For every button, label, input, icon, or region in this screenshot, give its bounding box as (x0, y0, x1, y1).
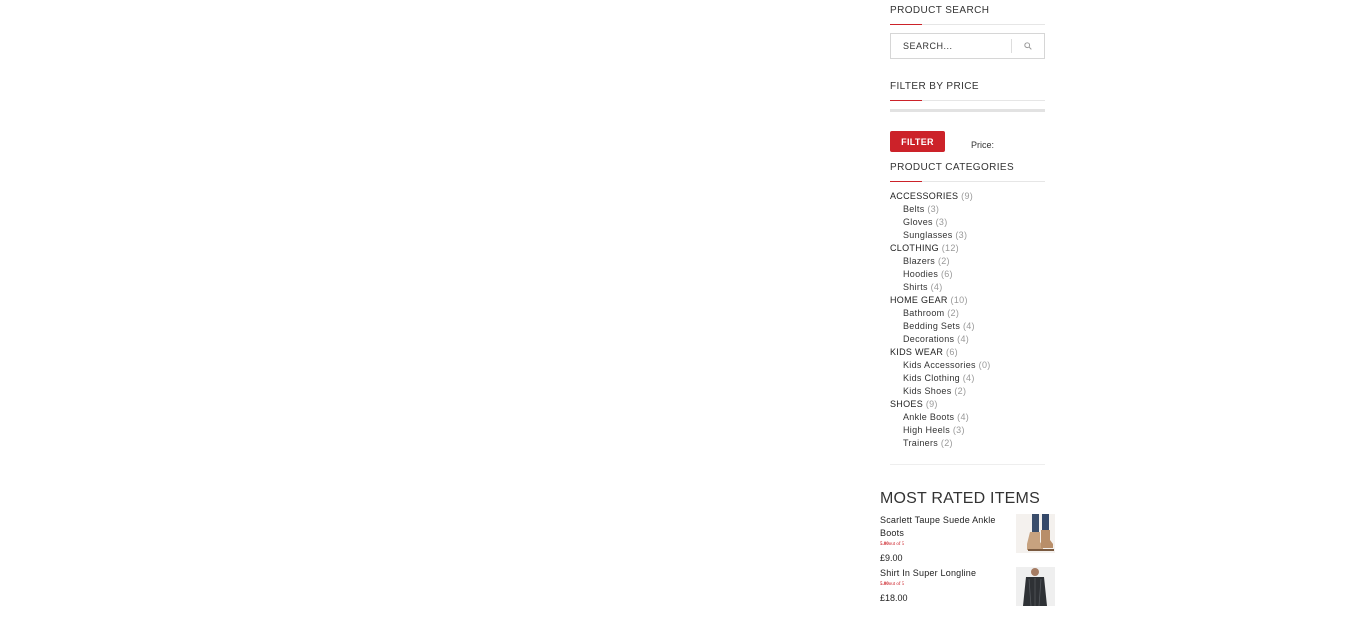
product-categories-title: PRODUCT CATEGORIES (890, 162, 1045, 182)
section-divider (890, 464, 1045, 465)
subcategory-item: Kids Clothing (4) (890, 372, 1045, 385)
category-link-accessories[interactable]: ACCESSORIES (890, 191, 958, 201)
subcategory-item: Trainers (2) (890, 437, 1045, 450)
category-link-kids-accessories[interactable]: Kids Accessories (903, 360, 976, 370)
category-count: (3) (927, 204, 940, 214)
category-count: (3) (935, 217, 948, 227)
category-item: SHOES (9) (890, 398, 1045, 411)
category-link-shoes[interactable]: SHOES (890, 399, 923, 409)
search-input[interactable] (891, 38, 1011, 54)
category-count: (9) (925, 399, 938, 409)
filter-by-price-title: FILTER BY PRICE (890, 81, 1045, 101)
ankle-boots-thumbnail[interactable] (1016, 514, 1055, 553)
product-image (1016, 514, 1055, 553)
subcategory-item: Kids Accessories (0) (890, 359, 1045, 372)
category-link-gloves[interactable]: Gloves (903, 217, 933, 227)
rating-value: 5.00 (880, 582, 889, 587)
category-link-trainers[interactable]: Trainers (903, 438, 938, 448)
category-count: (12) (941, 243, 959, 253)
category-count: (6) (946, 347, 958, 357)
shop-sidebar: PRODUCT SEARCH FILTER BY PRICE FILTER Pr… (890, 0, 1045, 465)
filter-button[interactable]: FILTER (890, 131, 945, 152)
category-link-bedding-sets[interactable]: Bedding Sets (903, 321, 960, 331)
category-count: (4) (957, 412, 970, 422)
price-label: Price: (971, 140, 995, 150)
category-count: (0) (978, 360, 991, 370)
subcategory-item: Belts (3) (890, 203, 1045, 216)
product-image (1016, 567, 1055, 606)
category-count: (4) (930, 282, 943, 292)
subcategory-item: High Heels (3) (890, 424, 1045, 437)
category-count: (3) (955, 230, 968, 240)
category-link-clothing[interactable]: CLOTHING (890, 243, 939, 253)
category-count: (2) (947, 308, 960, 318)
rating-value: 5.00 (880, 542, 889, 547)
category-link-bathroom[interactable]: Bathroom (903, 308, 944, 318)
category-link-blazers[interactable]: Blazers (903, 256, 935, 266)
product-search-title: PRODUCT SEARCH (890, 5, 1045, 25)
category-count: (10) (950, 295, 968, 305)
most-rated-title: MOST RATED ITEMS (880, 490, 1040, 507)
product-item: Scarlett Taupe Suede Ankle Boots 5.00out… (880, 514, 1055, 567)
category-item: CLOTHING (12) (890, 242, 1045, 255)
price-filter-row: FILTER Price: (890, 131, 1045, 152)
category-list: ACCESSORIES (9) Belts (3) Gloves (3) Sun… (890, 190, 1045, 450)
subcategory-item: Gloves (3) (890, 216, 1045, 229)
subcategory-item: Hoodies (6) (890, 268, 1045, 281)
product-categories-widget: PRODUCT CATEGORIES ACCESSORIES (9) Belts… (890, 162, 1045, 465)
subcategory-item: Shirts (4) (890, 281, 1045, 294)
search-form (890, 33, 1045, 59)
category-link-high-heels[interactable]: High Heels (903, 425, 950, 435)
category-link-kids-clothing[interactable]: Kids Clothing (903, 373, 960, 383)
category-count: (4) (962, 373, 975, 383)
category-count: (3) (952, 425, 965, 435)
category-link-kids-wear[interactable]: KIDS WEAR (890, 347, 943, 357)
product-price: £9.00 (880, 553, 903, 563)
category-link-hoodies[interactable]: Hoodies (903, 269, 938, 279)
subcategory-item: Ankle Boots (4) (890, 411, 1045, 424)
subcategory-item: Bathroom (2) (890, 307, 1045, 320)
category-count: (2) (940, 438, 953, 448)
search-button[interactable] (1012, 34, 1044, 58)
category-link-belts[interactable]: Belts (903, 204, 925, 214)
price-range-slider[interactable] (890, 109, 1045, 112)
subcategory-item: Decorations (4) (890, 333, 1045, 346)
category-item: HOME GEAR (10) (890, 294, 1045, 307)
category-count: (2) (937, 256, 950, 266)
product-name-link[interactable]: Scarlett Taupe Suede Ankle Boots (880, 514, 1008, 540)
product-search-widget: PRODUCT SEARCH (890, 5, 1045, 59)
rating-suffix: out of 5 (888, 582, 905, 587)
product-name-link[interactable]: Shirt In Super Longline (880, 567, 1008, 580)
category-link-kids-shoes[interactable]: Kids Shoes (903, 386, 952, 396)
subcategory-item: Bedding Sets (4) (890, 320, 1045, 333)
category-count: (4) (962, 321, 975, 331)
product-item: Shirt In Super Longline 5.00out of 5 £18… (880, 567, 1055, 620)
rating-suffix: out of 5 (888, 542, 905, 547)
subcategory-item: Sunglasses (3) (890, 229, 1045, 242)
category-count: (4) (957, 334, 970, 344)
category-link-sunglasses[interactable]: Sunglasses (903, 230, 953, 240)
subcategory-item: Blazers (2) (890, 255, 1045, 268)
category-count: (2) (954, 386, 967, 396)
filter-by-price-widget: FILTER BY PRICE FILTER Price: (890, 81, 1045, 152)
longline-shirt-thumbnail[interactable] (1016, 567, 1055, 606)
most-rated-widget: MOST RATED ITEMS Scarlett Taupe Suede An… (880, 488, 1055, 620)
category-item: ACCESSORIES (9) (890, 190, 1045, 203)
category-item: KIDS WEAR (6) (890, 346, 1045, 359)
category-link-decorations[interactable]: Decorations (903, 334, 954, 344)
subcategory-item: Kids Shoes (2) (890, 385, 1045, 398)
category-count: (6) (940, 269, 953, 279)
category-link-shirts[interactable]: Shirts (903, 282, 928, 292)
search-icon (1024, 42, 1032, 50)
category-link-home-gear[interactable]: HOME GEAR (890, 295, 948, 305)
category-link-ankle-boots[interactable]: Ankle Boots (903, 412, 954, 422)
category-count: (9) (961, 191, 974, 201)
